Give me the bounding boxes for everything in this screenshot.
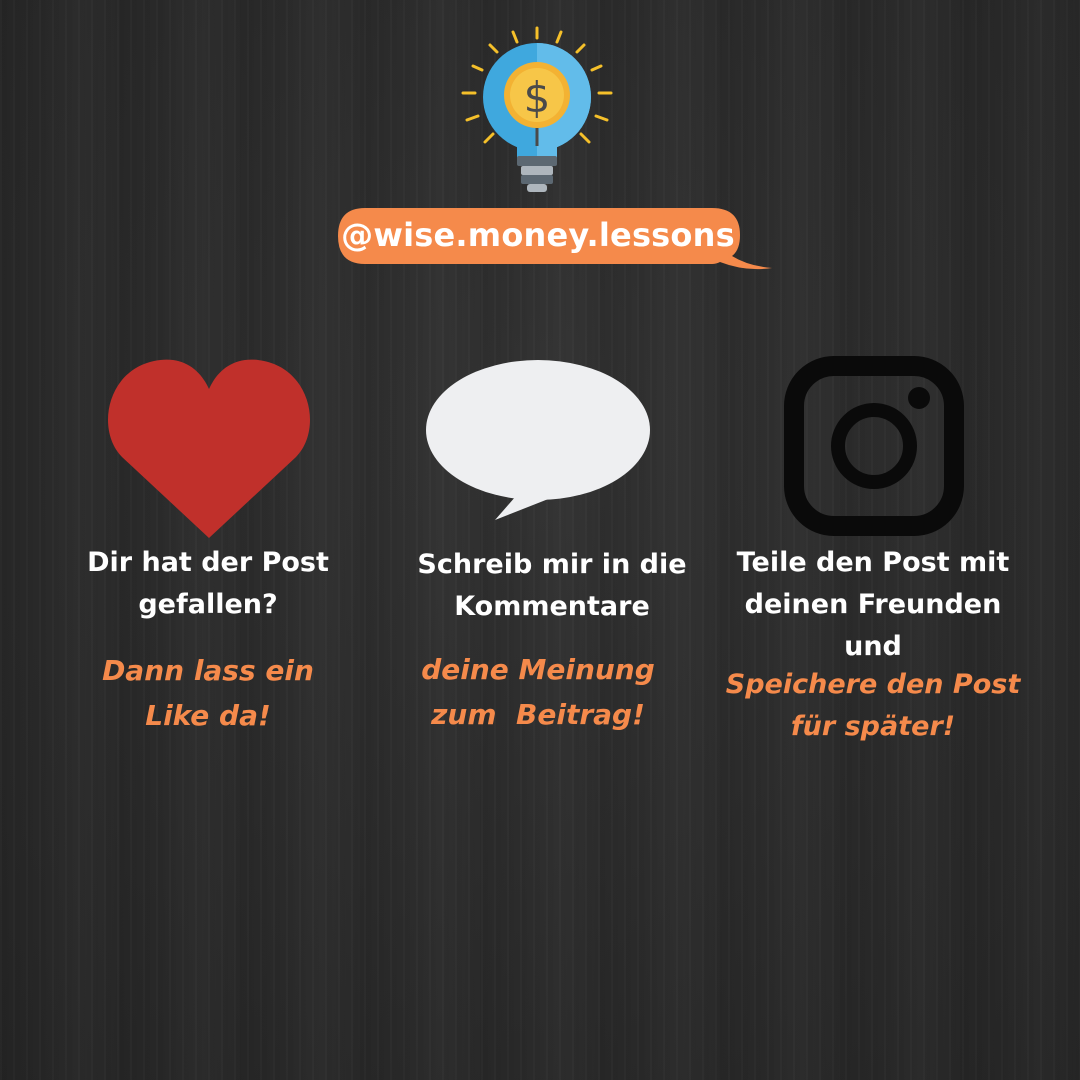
share-prompt-line1: Teile den Post mit — [736, 547, 1010, 578]
save-cta-line1: Speichere den Post — [725, 669, 1021, 700]
comment-cta-line2: zum Beitrag! — [431, 698, 645, 731]
like-cta: Dann lass ein Like da! — [48, 648, 368, 738]
handle-badge: @wise.money.lessons — [336, 206, 776, 272]
like-prompt: Dir hat der Post gefallen? — [48, 542, 368, 626]
comment-icon[interactable] — [423, 358, 653, 523]
share-prompt: Teile den Post mit deinen Freunden und — [713, 542, 1033, 668]
handle-text: @wise.money.lessons — [341, 216, 735, 254]
share-prompt-line3: und — [844, 631, 902, 662]
share-prompt-line2: deinen Freunden — [744, 589, 1002, 620]
lightbulb-logo-icon: $ — [455, 20, 625, 200]
comment-prompt: Schreib mir in die Kommentare — [392, 544, 712, 628]
save-cta-line2: für später! — [790, 711, 956, 742]
like-prompt-line2: gefallen? — [138, 589, 278, 620]
save-cta: Speichere den Post für später! — [713, 664, 1033, 748]
comment-prompt-line1: Schreib mir in die — [417, 549, 687, 580]
like-cta-line1: Dann lass ein — [102, 654, 314, 687]
heart-icon[interactable] — [104, 355, 314, 540]
like-cta-line2: Like da! — [145, 699, 271, 732]
comment-cta: deine Meinung zum Beitrag! — [378, 647, 698, 737]
comment-cta-line1: deine Meinung — [421, 653, 655, 686]
bulb-symbol: $ — [524, 73, 551, 122]
comment-prompt-line2: Kommentare — [454, 591, 650, 622]
like-prompt-line1: Dir hat der Post — [87, 547, 329, 578]
instagram-icon[interactable] — [784, 356, 964, 536]
